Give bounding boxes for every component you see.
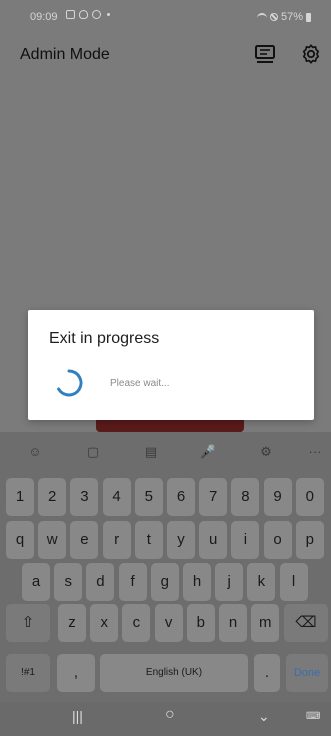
wifi-icon — [256, 13, 267, 21]
key-z[interactable]: z — [58, 604, 86, 642]
key-i[interactable]: i — [231, 521, 260, 559]
key-9[interactable]: 9 — [263, 478, 292, 516]
clipboard-icon[interactable]: ▢ — [83, 442, 103, 462]
key-x[interactable]: x — [90, 604, 119, 642]
key-j[interactable]: j — [215, 563, 244, 601]
key-6[interactable]: 6 — [167, 478, 195, 516]
key-0[interactable]: 0 — [295, 478, 324, 516]
key-k[interactable]: k — [247, 563, 276, 601]
microphone-icon[interactable]: 🎤 — [198, 442, 218, 462]
key-q[interactable]: q — [6, 521, 34, 559]
more-notifications-icon — [107, 13, 110, 16]
progress-dialog: Exit in progress Please wait... — [28, 310, 314, 420]
backspace-key[interactable]: ⌫ — [284, 604, 328, 642]
comma-key[interactable]: , — [57, 654, 95, 692]
key-1[interactable]: 1 — [6, 478, 34, 516]
gear-icon[interactable] — [300, 43, 322, 65]
key-h[interactable]: h — [183, 563, 211, 601]
kiosk-screen-icon[interactable] — [254, 44, 276, 64]
space-key[interactable]: English (UK) — [100, 654, 248, 692]
keyboard-switch-icon[interactable]: ⌨ — [306, 711, 320, 722]
key-c[interactable]: c — [122, 604, 151, 642]
key-u[interactable]: u — [199, 521, 228, 559]
status-bar: 09:09 57% — [0, 0, 331, 34]
more-options-icon[interactable]: ··· — [305, 442, 325, 462]
keyboard: ☺ ▢ ▤ 🎤 ⚙ ··· 1234567890 qwertyuiop asdf… — [0, 432, 331, 736]
key-4[interactable]: 4 — [102, 478, 131, 516]
key-e[interactable]: e — [70, 521, 99, 559]
navigation-bar: ||| ○ ⌄ ⌨ — [0, 702, 331, 736]
keyboard-toolbar: ☺ ▢ ▤ 🎤 ⚙ ··· — [0, 432, 331, 472]
key-g[interactable]: g — [150, 563, 179, 601]
no-signal-icon — [269, 13, 278, 21]
key-r[interactable]: r — [102, 521, 131, 559]
key-w[interactable]: w — [38, 521, 67, 559]
key-8[interactable]: 8 — [231, 478, 260, 516]
emoji-icon[interactable]: ☺ — [25, 442, 45, 462]
key-s[interactable]: s — [54, 563, 83, 601]
battery-percent: 57% — [280, 11, 303, 23]
keyboard-settings-icon[interactable]: ⚙ — [256, 442, 276, 462]
key-l[interactable]: l — [279, 563, 308, 601]
key-y[interactable]: y — [167, 521, 195, 559]
key-7[interactable]: 7 — [199, 478, 228, 516]
key-5[interactable]: 5 — [134, 478, 163, 516]
battery-icon — [306, 12, 311, 22]
image-notification-icon — [66, 10, 75, 19]
dialog-title: Exit in progress — [49, 330, 160, 347]
text-editing-icon[interactable]: ▤ — [141, 442, 161, 462]
page-title: Admin Mode — [20, 46, 110, 63]
key-m[interactable]: m — [251, 604, 280, 642]
key-a[interactable]: a — [22, 563, 50, 601]
key-b[interactable]: b — [186, 604, 215, 642]
key-3[interactable]: 3 — [70, 478, 99, 516]
key-f[interactable]: f — [118, 563, 147, 601]
shift-key[interactable]: ⇧ — [6, 604, 50, 642]
period-key[interactable]: . — [254, 654, 280, 692]
symbols-key[interactable]: !#1 — [6, 654, 50, 692]
shield-notification-icon — [79, 10, 88, 19]
hide-keyboard-icon[interactable]: ⌄ — [258, 708, 270, 725]
key-p[interactable]: p — [295, 521, 324, 559]
key-d[interactable]: d — [86, 563, 115, 601]
done-key[interactable]: Done — [286, 654, 328, 692]
key-v[interactable]: v — [154, 604, 183, 642]
status-time: 09:09 — [30, 11, 58, 23]
home-icon[interactable]: ○ — [165, 706, 175, 724]
key-2[interactable]: 2 — [38, 478, 67, 516]
app-bar: Admin Mode — [0, 34, 331, 78]
loading-spinner-icon — [57, 369, 83, 397]
location-notification-icon — [92, 10, 101, 19]
key-n[interactable]: n — [219, 604, 247, 642]
key-t[interactable]: t — [134, 521, 163, 559]
recent-apps-icon[interactable]: ||| — [72, 708, 83, 724]
dialog-message: Please wait... — [110, 378, 170, 389]
key-o[interactable]: o — [263, 521, 292, 559]
